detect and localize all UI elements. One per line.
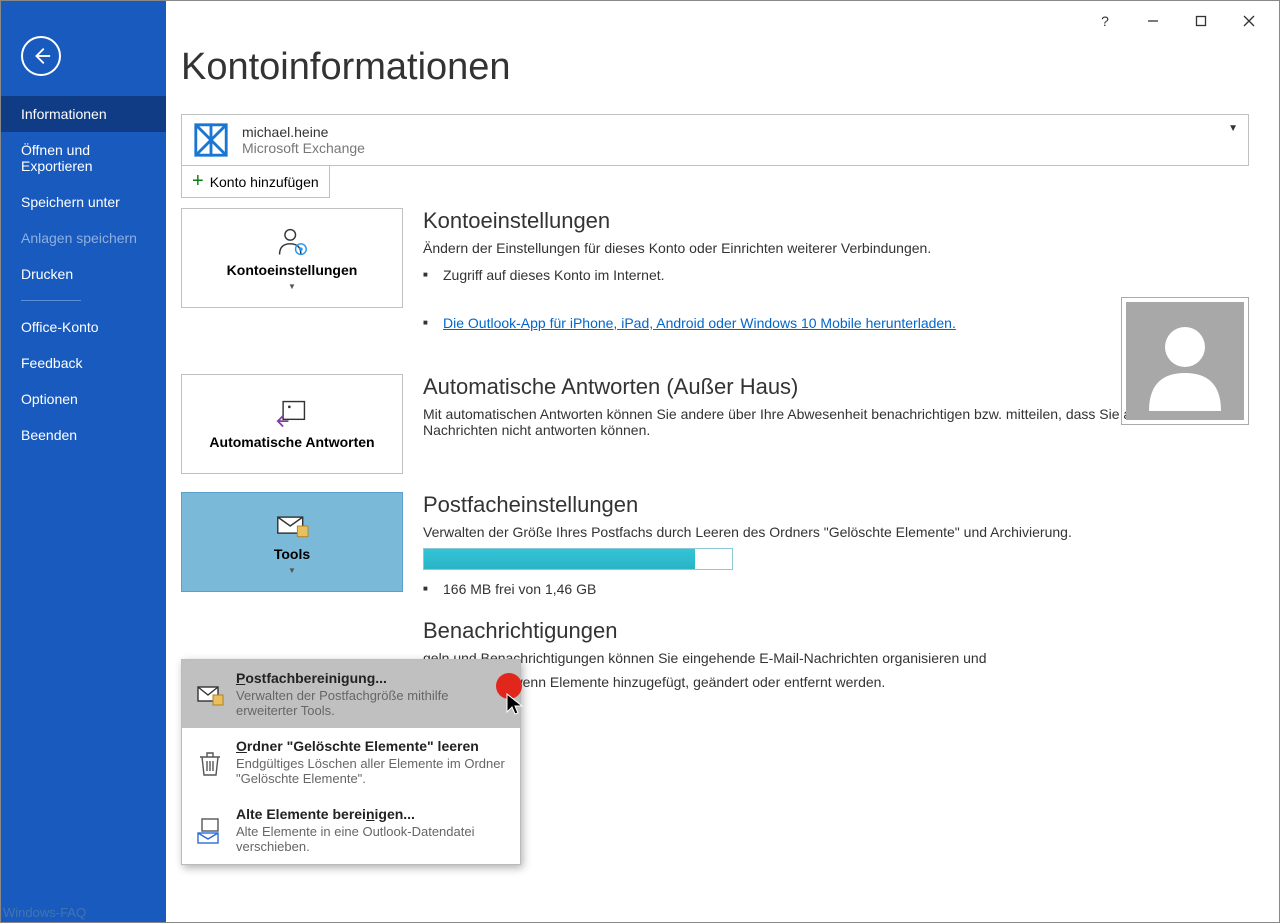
- section-heading-settings: Kontoeinstellungen: [423, 208, 1249, 234]
- menu-item-desc: Alte Elemente in eine Outlook-Datendatei…: [236, 824, 506, 854]
- minimize-button[interactable]: [1143, 11, 1163, 31]
- nav-separator: [21, 300, 81, 301]
- account-selector[interactable]: michael.heine Microsoft Exchange ▼: [181, 114, 1249, 166]
- menu-item-desc: Endgültiges Löschen aller Elemente im Or…: [236, 756, 506, 786]
- menu-alte-elemente[interactable]: Alte Elemente bereinigen... Alte Element…: [182, 796, 520, 864]
- account-type: Microsoft Exchange: [242, 140, 365, 156]
- tile-kontoeinstellungen[interactable]: Kontoeinstellungen ▼: [181, 208, 403, 308]
- tile-label: Tools: [274, 546, 310, 562]
- section-heading-rules: Benachrichtigungen: [423, 618, 1249, 644]
- chevron-down-icon: ▼: [288, 282, 296, 291]
- plus-icon: +: [192, 170, 204, 193]
- auto-reply-icon: [274, 398, 310, 430]
- menu-item-title: Postfachbereinigung...: [236, 670, 506, 686]
- chevron-down-icon: ▼: [288, 566, 296, 575]
- nav-informationen[interactable]: Informationen: [1, 96, 166, 132]
- menu-item-title: Alte Elemente bereinigen...: [236, 806, 506, 822]
- nav-optionen[interactable]: Optionen: [1, 381, 166, 417]
- mailbox-usage-bar: [423, 548, 733, 570]
- outlook-app-link[interactable]: Die Outlook-App für iPhone, iPad, Androi…: [443, 315, 956, 331]
- menu-ordner-leeren[interactable]: Ordner "Gelöschte Elemente" leeren Endgü…: [182, 728, 520, 796]
- section-heading-mailbox: Postfacheinstellungen: [423, 492, 1249, 518]
- mailbox-clean-icon: [196, 672, 224, 718]
- tile-tools[interactable]: Tools ▼: [181, 492, 403, 592]
- backstage-sidebar: Informationen Öffnen und Exportieren Spe…: [1, 1, 166, 922]
- nav-drucken[interactable]: Drucken: [1, 256, 166, 292]
- nav-beenden[interactable]: Beenden: [1, 417, 166, 453]
- menu-item-desc: Verwalten der Postfachgröße mithilfe erw…: [236, 688, 506, 718]
- help-button[interactable]: ?: [1095, 11, 1115, 31]
- person-gear-icon: [274, 226, 310, 258]
- section-desc-mailbox: Verwalten der Größe Ihres Postfachs durc…: [423, 524, 1249, 540]
- account-name: michael.heine: [242, 124, 365, 140]
- tile-label: Automatische Antworten: [209, 434, 374, 450]
- maximize-button[interactable]: [1191, 11, 1211, 31]
- nav-oeffnen-exportieren[interactable]: Öffnen und Exportieren: [1, 132, 166, 184]
- add-account-label: Konto hinzufügen: [210, 174, 319, 190]
- person-silhouette-icon: [1135, 311, 1235, 411]
- avatar[interactable]: [1121, 297, 1249, 425]
- exchange-icon: [192, 121, 230, 159]
- section-desc-rules-2: n empfangen, wenn Elemente hinzugefügt, …: [423, 674, 1249, 690]
- cursor-icon: [505, 692, 525, 722]
- trash-icon: [196, 740, 224, 786]
- watermark: Windows-FAQ: [3, 905, 86, 920]
- mailbox-usage-fill: [424, 549, 695, 569]
- tile-automatische-antworten[interactable]: Automatische Antworten: [181, 374, 403, 474]
- back-button[interactable]: [21, 36, 61, 76]
- nav-office-konto[interactable]: Office-Konto: [1, 309, 166, 345]
- page-title: Kontoinformationen: [181, 46, 1249, 89]
- chevron-down-icon: ▼: [1228, 123, 1238, 134]
- add-account-button[interactable]: + Konto hinzufügen: [181, 166, 330, 198]
- mailbox-usage-text: 166 MB frei von 1,46 GB: [443, 578, 1249, 600]
- nav-anlagen-speichern: Anlagen speichern: [1, 220, 166, 256]
- menu-postfachbereinigung[interactable]: Postfachbereinigung... Verwalten der Pos…: [182, 660, 520, 728]
- nav-feedback[interactable]: Feedback: [1, 345, 166, 381]
- close-button[interactable]: [1239, 11, 1259, 31]
- tools-dropdown: Postfachbereinigung... Verwalten der Pos…: [181, 659, 521, 865]
- archive-icon: [196, 808, 224, 854]
- section-desc-settings: Ändern der Einstellungen für dieses Kont…: [423, 240, 1249, 256]
- nav-speichern-unter[interactable]: Speichern unter: [1, 184, 166, 220]
- tile-label: Kontoeinstellungen: [227, 262, 358, 278]
- section-desc-rules-1: geln und Benachrichtigungen können Sie e…: [423, 650, 1249, 666]
- settings-bullet-1: Zugriff auf dieses Konto im Internet.: [443, 264, 1249, 286]
- menu-item-title: Ordner "Gelöschte Elemente" leeren: [236, 738, 506, 754]
- mailbox-tools-icon: [274, 510, 310, 542]
